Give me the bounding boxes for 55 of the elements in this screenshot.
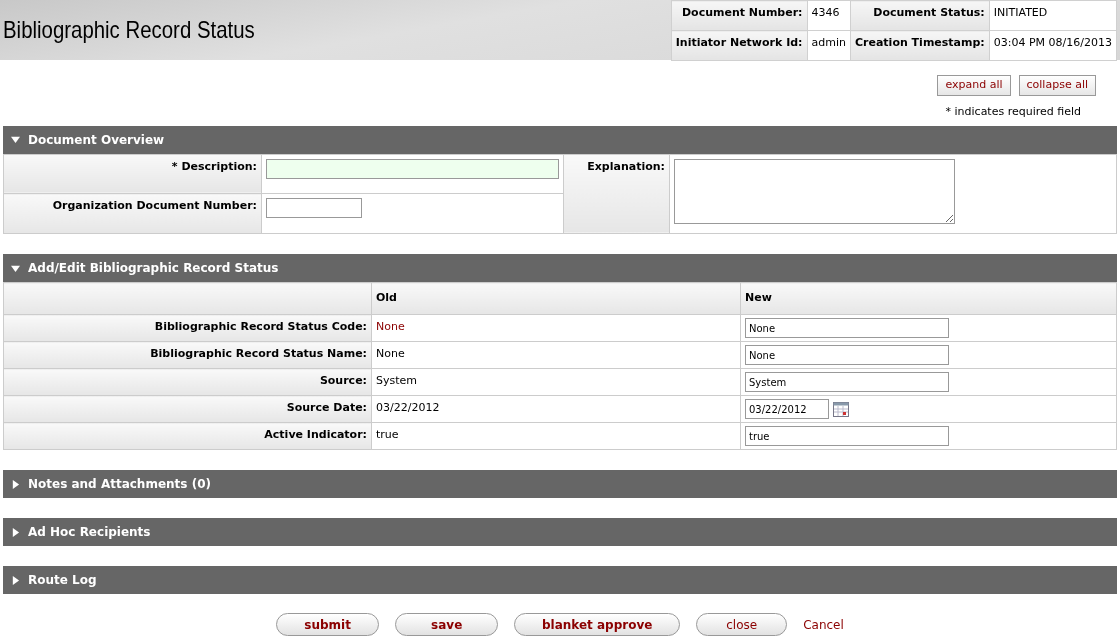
collapsed-triangle-icon[interactable] [11,527,20,537]
old-value: System [371,368,741,396]
action-button[interactable]: submit [276,613,380,636]
new-value-field[interactable]: None [745,345,949,365]
field-label: Source: [3,368,372,396]
new-value-field[interactable]: true [745,426,949,446]
field-label: Document Status: [850,0,990,31]
action-button[interactable]: blanket approve [514,613,681,636]
field-label: Bibliographic Record Status Code: [3,314,372,342]
section-title: Route Log [28,572,97,589]
field-label: Document Number: [671,0,807,31]
collapsed-triangle-icon[interactable] [11,575,20,585]
column-header: Old [371,282,741,315]
expanded-triangle-icon[interactable] [11,135,20,144]
expanded-triangle-icon[interactable] [11,263,20,273]
field-label: Initiator Network Id: [671,30,807,61]
section-header[interactable]: Notes and Attachments (0) [3,470,1117,498]
field-label: Explanation: [563,154,670,234]
field-label: Organization Document Number: [3,193,262,234]
description-field[interactable] [266,158,559,179]
old-value: None [371,341,741,369]
field-value: 4346 [807,0,851,31]
required-field-note: * indicates required field [945,104,1081,118]
old-value: true [371,422,741,450]
section-header[interactable]: Ad Hoc Recipients [3,518,1117,546]
field-label: Active Indicator: [3,422,372,450]
field-label: Source Date: [3,395,372,423]
collapse-all-button[interactable]: collapse all [1018,75,1096,96]
field-value: 03:04 PM 08/16/2013 [989,30,1117,61]
section-title: Add/Edit Bibliographic Record Status [28,260,279,277]
field-value: INITIATED [989,0,1117,31]
explanation-field[interactable] [674,158,955,224]
cancel-link[interactable]: Cancel [803,615,844,634]
column-header: New [740,282,1117,315]
section-header[interactable]: Document Overview [3,125,1117,154]
collapsed-triangle-icon[interactable] [11,479,20,489]
new-value-field[interactable]: None [745,318,949,338]
calendar-icon[interactable] [833,401,849,417]
old-value: None [371,314,741,342]
page-title: Bibliographic Record Status [3,16,255,45]
old-value: 03/22/2012 [371,395,741,423]
new-value-field[interactable]: 03/22/2012 [745,399,829,419]
section-header[interactable]: Route Log [3,566,1117,594]
section-title: Document Overview [28,131,165,149]
action-button[interactable]: save [395,613,499,636]
action-button[interactable]: close [696,613,788,636]
organization-document-number-field[interactable] [266,198,362,219]
field-label: Creation Timestamp: [850,30,990,61]
expand-all-button[interactable]: expand all [937,75,1011,96]
field-label: Bibliographic Record Status Name: [3,341,372,369]
field-label: * Description: [3,154,262,194]
section-title: Notes and Attachments (0) [28,476,211,493]
section-title: Ad Hoc Recipients [28,524,151,541]
section-header[interactable]: Add/Edit Bibliographic Record Status [3,254,1117,282]
new-value-field[interactable]: System [745,372,949,392]
